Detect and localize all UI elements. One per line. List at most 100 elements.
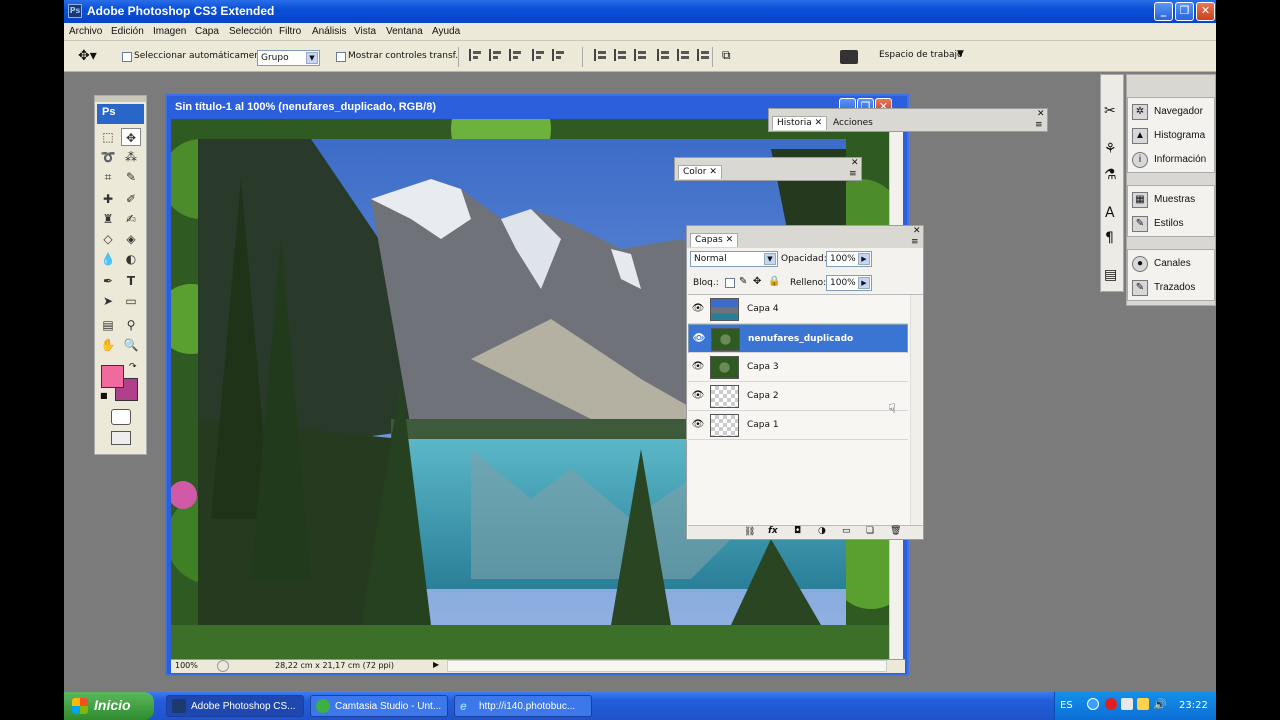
volume-icon[interactable]: 🔊 xyxy=(1153,698,1167,711)
slice-tool-icon[interactable]: ✎ xyxy=(121,168,141,186)
layer-row[interactable]: 👁 Capa 2 xyxy=(688,382,908,411)
menu-imagen[interactable]: Imagen xyxy=(153,26,186,37)
blend-mode-dropdown[interactable]: Normal ▼ xyxy=(690,251,778,267)
clone-stamp-tool-icon[interactable]: ♜ xyxy=(98,210,118,228)
dodge-tool-icon[interactable]: ◐ xyxy=(121,250,141,268)
magic-wand-tool-icon[interactable]: ⁂ xyxy=(121,148,141,166)
align-hcenter-icon[interactable] xyxy=(552,49,565,61)
shape-tool-icon[interactable]: ▭ xyxy=(121,292,141,310)
screen-mode-icon[interactable] xyxy=(111,431,131,445)
go-to-bridge-icon[interactable] xyxy=(840,50,858,64)
tray-app-icon[interactable] xyxy=(1121,698,1133,710)
brushes-icon[interactable]: ⚘ xyxy=(1104,141,1117,157)
task-browser[interactable]: e http://i140.photobuc... xyxy=(454,695,592,717)
crop-tool-icon[interactable]: ⌗ xyxy=(98,168,118,186)
tab-historia[interactable]: Historia ✕ xyxy=(772,116,828,130)
move-tool-icon[interactable]: ✥ xyxy=(121,128,141,146)
lock-position-icon[interactable]: ✥ xyxy=(753,276,761,287)
new-group-icon[interactable]: ▭ xyxy=(842,526,851,536)
menu-vista[interactable]: Vista xyxy=(354,26,376,37)
paragraph-icon[interactable]: ¶ xyxy=(1105,230,1114,246)
layer-row[interactable]: 👁 Capa 4 xyxy=(688,295,908,324)
layers-scrollbar[interactable] xyxy=(910,295,922,525)
network-icon[interactable] xyxy=(1137,698,1149,710)
chevron-down-icon[interactable]: ▼ xyxy=(957,49,964,59)
eraser-tool-icon[interactable]: ◇ xyxy=(98,230,118,248)
dock-muestras[interactable]: ▦ Muestras xyxy=(1128,188,1214,212)
dock-informacion[interactable]: i Información xyxy=(1128,148,1214,172)
dock-estilos[interactable]: ✎ Estilos xyxy=(1128,212,1214,236)
layer-row[interactable]: 👁 nenufares_duplicado xyxy=(688,324,908,353)
close-icon[interactable]: ✕ xyxy=(1037,109,1045,119)
distribute-vcenter-icon[interactable] xyxy=(614,49,627,61)
distribute-left-icon[interactable] xyxy=(657,49,670,61)
panel-menu-icon[interactable]: ≡ xyxy=(911,237,919,247)
visibility-eye-icon[interactable]: 👁 xyxy=(691,390,705,401)
photoshop-logo[interactable]: Ps xyxy=(97,104,144,124)
dock-canales[interactable]: ● Canales xyxy=(1128,252,1214,276)
swap-colors-icon[interactable]: ↷ xyxy=(129,362,137,372)
minimize-button[interactable]: _ xyxy=(1154,2,1173,21)
lock-transparency-icon[interactable] xyxy=(725,278,735,288)
distribute-top-icon[interactable] xyxy=(594,49,607,61)
new-layer-icon[interactable]: ❏ xyxy=(866,526,874,536)
antivirus-icon[interactable] xyxy=(1105,698,1117,710)
auto-align-layers-icon[interactable]: ⧉ xyxy=(722,48,731,63)
menu-capa[interactable]: Capa xyxy=(195,26,219,37)
visibility-eye-icon[interactable]: 👁 xyxy=(692,333,706,344)
eyedropper-tool-icon[interactable]: ⚲ xyxy=(121,316,141,334)
restore-button[interactable]: ❐ xyxy=(1175,2,1194,21)
auto-select-dropdown[interactable]: Grupo ▼ xyxy=(257,50,320,66)
fx-icon[interactable]: fx xyxy=(768,526,778,536)
language-indicator[interactable]: ES xyxy=(1060,700,1073,711)
show-transform-checkbox[interactable] xyxy=(336,52,346,62)
panel-menu-icon[interactable]: ≡ xyxy=(1035,120,1043,130)
align-bottom-icon[interactable] xyxy=(509,49,522,61)
dock-navegador[interactable]: ✲ Navegador xyxy=(1128,100,1214,124)
menu-archivo[interactable]: Archivo xyxy=(69,26,102,37)
marquee-tool-icon[interactable]: ⬚ xyxy=(98,128,118,146)
character-icon[interactable]: A xyxy=(1105,205,1115,221)
zoom-level[interactable]: 100% xyxy=(175,661,198,670)
tab-capas[interactable]: Capas ✕ xyxy=(690,233,739,247)
dock-trazados[interactable]: ✎ Trazados xyxy=(1128,276,1214,300)
workspace-label[interactable]: Espacio de trabajo xyxy=(879,50,963,60)
layer-comps-icon[interactable]: ▤ xyxy=(1104,267,1117,283)
link-layers-icon[interactable]: ⛓ xyxy=(744,527,755,537)
align-left-icon[interactable] xyxy=(532,49,545,61)
visibility-eye-icon[interactable]: 👁 xyxy=(691,361,705,372)
close-button[interactable]: ✕ xyxy=(1196,2,1215,21)
menu-ventana[interactable]: Ventana xyxy=(386,26,423,37)
add-mask-icon[interactable]: ◘ xyxy=(794,526,801,536)
visibility-eye-icon[interactable]: 👁 xyxy=(691,419,705,430)
paint-bucket-tool-icon[interactable]: ◈ xyxy=(121,230,141,248)
clone-source-icon[interactable]: ⚗ xyxy=(1104,167,1117,183)
auto-select-checkbox[interactable] xyxy=(122,52,132,62)
foreground-color-swatch[interactable] xyxy=(101,365,124,388)
menu-analisis[interactable]: Análisis xyxy=(312,26,346,37)
adjustment-layer-icon[interactable]: ◑ xyxy=(818,526,826,536)
pen-tool-icon[interactable]: ✒ xyxy=(98,272,118,290)
history-brush-tool-icon[interactable]: ✍ xyxy=(121,210,141,228)
layer-row[interactable]: 👁 Capa 3 xyxy=(688,353,908,382)
trash-icon[interactable]: 🗑 xyxy=(890,526,901,536)
align-top-icon[interactable] xyxy=(469,49,482,61)
healing-brush-tool-icon[interactable]: ✚ xyxy=(98,190,118,208)
menu-edicion[interactable]: Edición xyxy=(111,26,144,37)
menu-ayuda[interactable]: Ayuda xyxy=(432,26,460,37)
blur-tool-icon[interactable]: 💧 xyxy=(98,250,118,268)
visibility-eye-icon[interactable]: 👁 xyxy=(691,303,705,314)
hand-tool-icon[interactable]: ✋ xyxy=(98,336,118,354)
lock-pixels-icon[interactable]: ✎ xyxy=(739,276,747,287)
type-tool-icon[interactable]: T xyxy=(121,272,141,290)
distribute-bottom-icon[interactable] xyxy=(634,49,647,61)
task-photoshop[interactable]: Adobe Photoshop CS... xyxy=(166,695,304,717)
tools-panel-grip[interactable] xyxy=(95,96,146,102)
panel-menu-icon[interactable]: ≡ xyxy=(849,169,857,179)
status-menu-arrow-icon[interactable]: ▶ xyxy=(433,660,439,669)
move-tool-preset-icon[interactable]: ✥▾ xyxy=(78,48,97,64)
tab-color[interactable]: Color ✕ xyxy=(678,165,722,179)
fill-input[interactable]: 100% ▶ xyxy=(826,275,872,291)
quick-mask-icon[interactable] xyxy=(111,409,131,425)
align-vcenter-icon[interactable] xyxy=(489,49,502,61)
